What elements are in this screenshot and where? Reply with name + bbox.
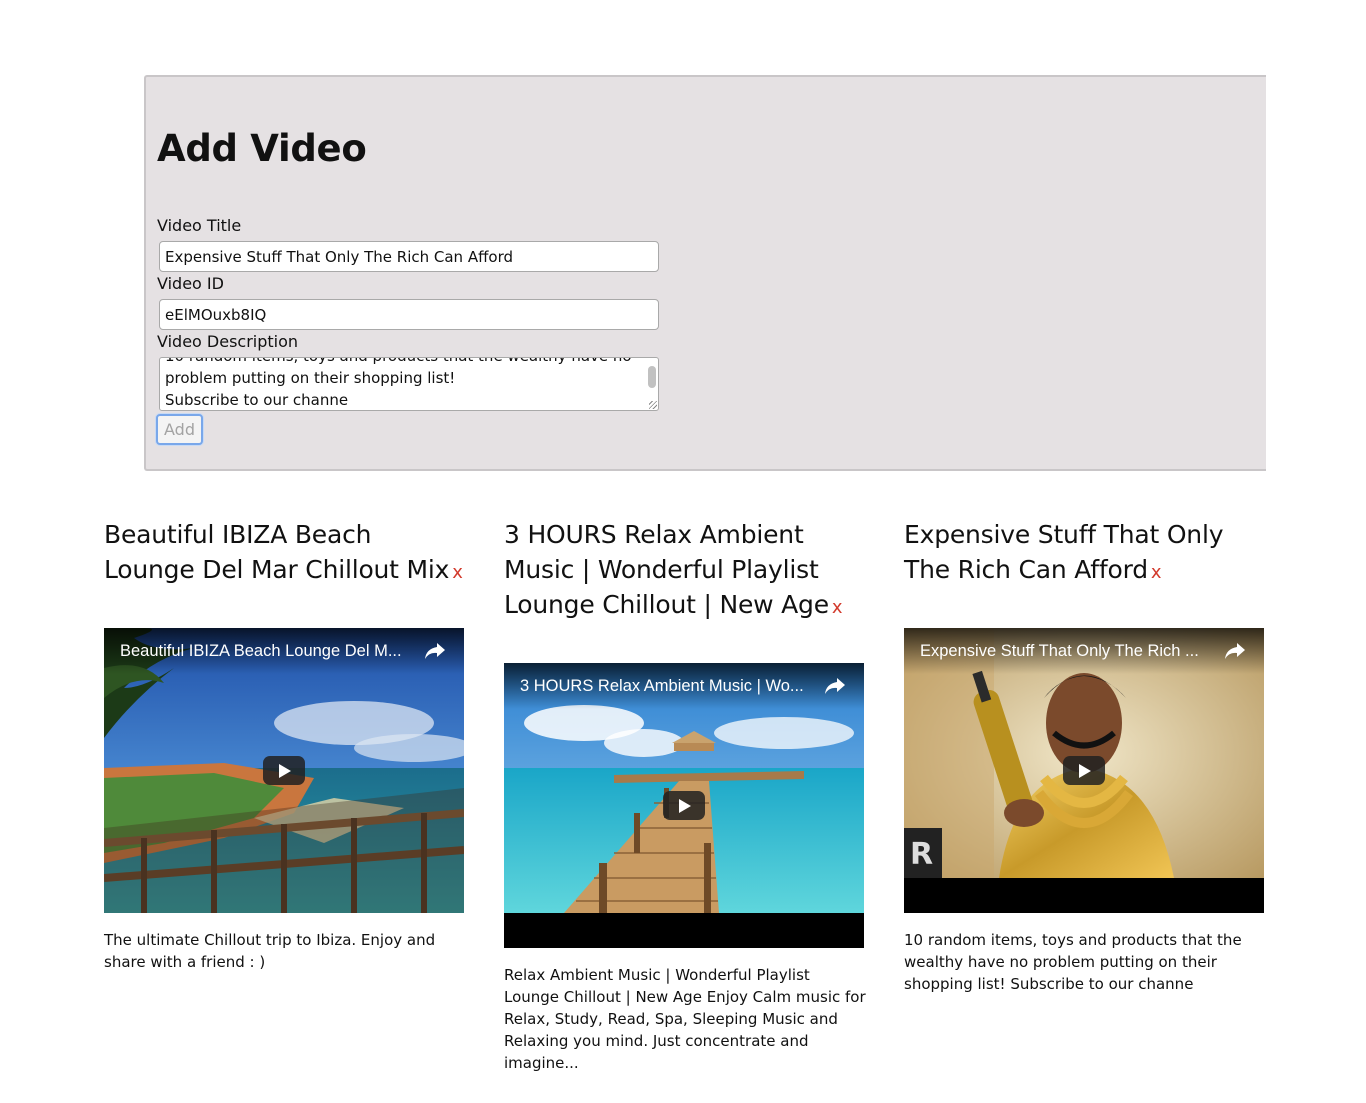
delete-video-button[interactable]: x bbox=[452, 562, 463, 583]
video-description: 10 random items, toys and products that … bbox=[904, 931, 1242, 993]
video-description: Relax Ambient Music | Wonderful Playlist… bbox=[504, 966, 866, 1072]
play-button-icon[interactable] bbox=[663, 791, 705, 820]
video-title: 3 HOURS Relax Ambient Music | Wonderful … bbox=[504, 520, 843, 619]
textarea-scrollbar[interactable] bbox=[648, 366, 656, 388]
video-card: Expensive Stuff That Only The Rich Can A… bbox=[904, 517, 1266, 993]
player-title-bar[interactable]: Expensive Stuff That Only The Rich ... bbox=[904, 628, 1264, 674]
video-card: Beautiful IBIZA Beach Lounge Del Mar Chi… bbox=[104, 517, 466, 971]
resize-grip-icon[interactable] bbox=[649, 401, 657, 409]
play-button-icon[interactable] bbox=[1063, 756, 1105, 785]
video-player[interactable]: 3 HOURS Relax Ambient Music | Wo... bbox=[504, 663, 864, 948]
video-player[interactable]: Beautiful IBIZA Beach Lounge Del M... bbox=[104, 628, 464, 913]
delete-video-button[interactable]: x bbox=[832, 597, 843, 618]
play-button-icon[interactable] bbox=[263, 756, 305, 785]
video-title-input[interactable] bbox=[159, 241, 659, 272]
video-player[interactable]: R Expensive Stuff That Only The Rich ... bbox=[904, 628, 1264, 913]
add-video-panel: Add Video Video Title Video ID Video Des… bbox=[144, 75, 1266, 471]
video-title: Expensive Stuff That Only The Rich Can A… bbox=[904, 520, 1224, 584]
video-id-label: Video ID bbox=[157, 274, 224, 293]
player-title-bar[interactable]: 3 HOURS Relax Ambient Music | Wo... bbox=[504, 663, 864, 709]
video-description-text: 10 random items, toys and products that … bbox=[165, 358, 632, 409]
add-video-heading: Add Video bbox=[157, 127, 367, 170]
video-description-label: Video Description bbox=[157, 332, 299, 351]
share-arrow-icon[interactable] bbox=[424, 641, 446, 661]
video-title: Beautiful IBIZA Beach Lounge Del Mar Chi… bbox=[104, 520, 463, 584]
share-arrow-icon[interactable] bbox=[1224, 641, 1246, 661]
video-title-label: Video Title bbox=[157, 216, 242, 235]
svg-text:R: R bbox=[910, 837, 933, 872]
player-title-bar[interactable]: Beautiful IBIZA Beach Lounge Del M... bbox=[104, 628, 464, 674]
add-button[interactable]: Add bbox=[156, 414, 203, 445]
video-card: 3 HOURS Relax Ambient Music | Wonderful … bbox=[504, 517, 866, 1072]
video-description: The ultimate Chillout trip to Ibiza. Enj… bbox=[104, 931, 436, 971]
delete-video-button[interactable]: x bbox=[1151, 562, 1162, 583]
video-id-input[interactable] bbox=[159, 299, 659, 330]
video-description-textarea[interactable]: 10 random items, toys and products that … bbox=[159, 357, 659, 411]
share-arrow-icon[interactable] bbox=[824, 676, 846, 696]
